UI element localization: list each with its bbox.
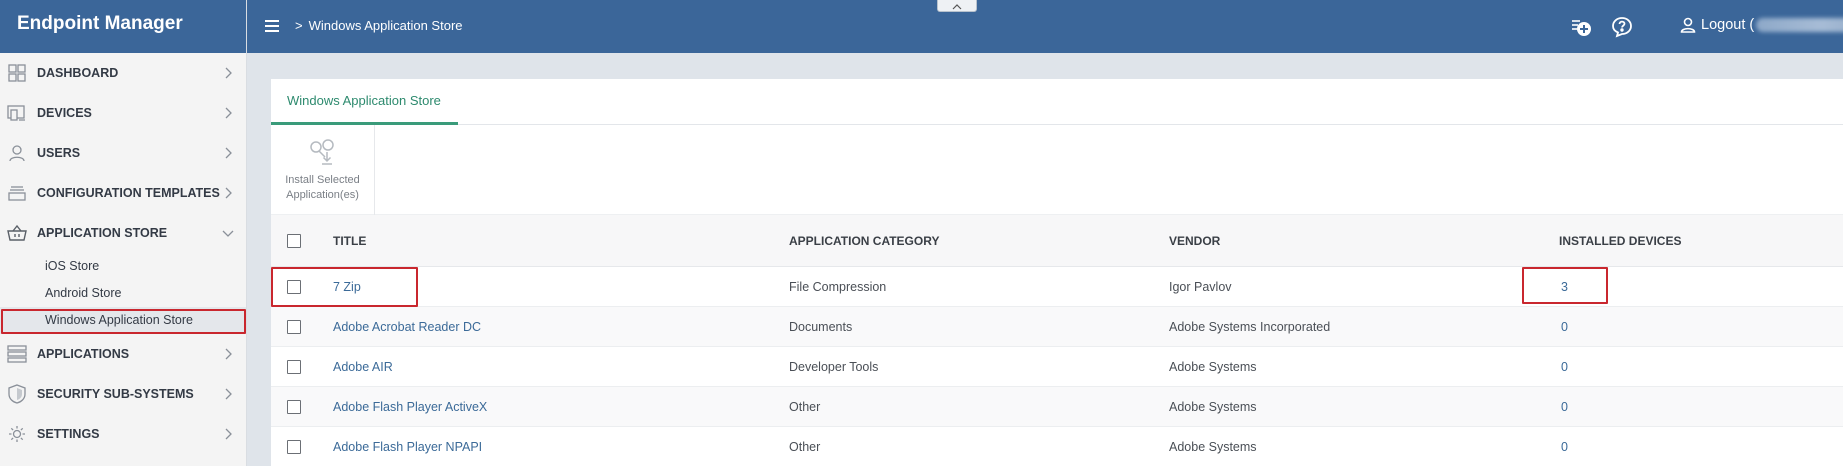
table-header: TITLE APPLICATION CATEGORY VENDOR INSTAL… — [271, 215, 1843, 267]
sidebar-item-applications[interactable]: APPLICATIONS — [0, 334, 246, 374]
breadcrumb-current[interactable]: Windows Application Store — [309, 18, 463, 33]
row-checkbox[interactable] — [287, 359, 301, 374]
toolbar: Install Selected Application(es) — [271, 125, 1843, 215]
basket-icon — [7, 223, 27, 243]
table-row[interactable]: Adobe Acrobat Reader DC Documents Adobe … — [271, 307, 1843, 347]
highlight-box — [1522, 267, 1608, 304]
app-table: TITLE APPLICATION CATEGORY VENDOR INSTAL… — [271, 215, 1843, 466]
app-category: Documents — [789, 319, 853, 334]
hamburger-menu-icon[interactable] — [263, 17, 281, 35]
grid-icon — [7, 63, 27, 83]
chevron-right-icon — [220, 185, 236, 201]
row-checkbox[interactable] — [287, 439, 301, 454]
app-title-link[interactable]: Adobe Flash Player NPAPI — [333, 427, 482, 466]
shield-icon — [7, 384, 27, 404]
breadcrumb: > Windows Application Store — [295, 18, 463, 33]
app-category: Developer Tools — [789, 359, 879, 374]
app-category: Other — [789, 439, 821, 454]
app-vendor: Adobe Systems — [1169, 439, 1257, 454]
app-title: Endpoint Manager — [0, 0, 246, 53]
chevron-right-icon — [220, 105, 236, 121]
chevron-right-icon — [220, 426, 236, 442]
chevron-right-icon — [220, 346, 236, 362]
install-app-icon — [308, 137, 338, 167]
app-category: File Compression — [789, 279, 887, 294]
logout-button[interactable]: Logout ( — [1680, 17, 1843, 33]
chevron-down-icon — [220, 225, 236, 241]
tab-bar: Windows Application Store — [271, 79, 1843, 125]
table-row[interactable]: Adobe Flash Player NPAPI Other Adobe Sys… — [271, 427, 1843, 466]
sidebar-item-configuration-templates[interactable]: CONFIGURATION TEMPLATES — [0, 173, 246, 213]
install-label-line-1: Install Selected — [285, 174, 360, 186]
column-header-installed-devices[interactable]: INSTALLED DEVICES — [1559, 215, 1681, 266]
applications-icon — [7, 344, 27, 364]
select-all-checkbox[interactable] — [287, 233, 301, 248]
app-title-link[interactable]: Adobe AIR — [333, 347, 393, 386]
table-row[interactable]: Adobe AIR Developer Tools Adobe Systems … — [271, 347, 1843, 387]
sidebar-item-settings[interactable]: SETTINGS — [0, 414, 246, 454]
column-header-title[interactable]: TITLE — [333, 215, 366, 266]
sidebar: Endpoint Manager DASHBOARD DEVICES USERS… — [0, 0, 247, 466]
row-checkbox[interactable] — [287, 399, 301, 414]
app-vendor: Adobe Systems — [1169, 399, 1257, 414]
tab-windows-application-store[interactable]: Windows Application Store — [271, 79, 458, 125]
gear-icon — [7, 424, 27, 444]
highlight-box — [271, 267, 418, 307]
chevron-right-icon — [220, 65, 236, 81]
sidebar-item-label: CONFIGURATION TEMPLATES — [37, 186, 220, 200]
app-vendor: Igor Pavlov — [1169, 279, 1232, 294]
highlight-box — [1, 309, 246, 334]
sidebar-subitem-ios-store[interactable]: iOS Store — [0, 253, 246, 280]
sidebar-subitem-android-store[interactable]: Android Store — [0, 280, 246, 307]
row-checkbox[interactable] — [287, 319, 301, 334]
sidebar-item-dashboard[interactable]: DASHBOARD — [0, 53, 246, 93]
sidebar-item-label: APPLICATIONS — [37, 347, 130, 361]
sidebar-item-label: SETTINGS — [37, 427, 100, 441]
sidebar-item-label: USERS — [37, 146, 81, 160]
install-label-line-2: Application(es) — [286, 189, 359, 201]
installed-devices-link[interactable]: 0 — [1561, 347, 1568, 386]
app-vendor: Adobe Systems Incorporated — [1169, 319, 1331, 334]
chevron-right-icon — [220, 386, 236, 402]
top-header: > Windows Application Store Logout ( — [247, 0, 1843, 53]
help-icon[interactable] — [1611, 16, 1633, 38]
app-vendor: Adobe Systems — [1169, 359, 1257, 374]
user-icon — [1680, 17, 1696, 33]
sidebar-item-users[interactable]: USERS — [0, 133, 246, 173]
app-title-link[interactable]: Adobe Flash Player ActiveX — [333, 387, 487, 426]
installed-devices-link[interactable]: 0 — [1561, 387, 1568, 426]
column-header-vendor[interactable]: VENDOR — [1169, 215, 1220, 266]
app-category: Other — [789, 399, 821, 414]
collapse-header-button[interactable] — [937, 0, 977, 12]
breadcrumb-separator: > — [295, 18, 303, 33]
app-title-link[interactable]: Adobe Acrobat Reader DC — [333, 307, 481, 346]
user-icon — [7, 143, 27, 163]
devices-icon — [7, 103, 27, 123]
installed-devices-link[interactable]: 0 — [1561, 307, 1568, 346]
sidebar-item-label: DASHBOARD — [37, 66, 119, 80]
logout-label: Logout ( — [1701, 17, 1755, 33]
redacted-email — [1756, 18, 1843, 32]
sidebar-item-application-store[interactable]: APPLICATION STORE — [0, 213, 246, 253]
chevron-up-icon — [952, 0, 962, 15]
installed-devices-link[interactable]: 0 — [1561, 427, 1568, 466]
sidebar-item-label: DEVICES — [37, 106, 92, 120]
chevron-right-icon — [220, 145, 236, 161]
column-header-category[interactable]: APPLICATION CATEGORY — [789, 215, 939, 266]
table-row[interactable]: Adobe Flash Player ActiveX Other Adobe S… — [271, 387, 1843, 427]
sidebar-item-label: SECURITY SUB-SYSTEMS — [37, 387, 194, 401]
sidebar-item-label: APPLICATION STORE — [37, 226, 168, 240]
sidebar-item-devices[interactable]: DEVICES — [0, 93, 246, 133]
layers-icon — [7, 183, 27, 203]
add-widget-icon[interactable] — [1570, 16, 1592, 38]
sidebar-item-security-sub-systems[interactable]: SECURITY SUB-SYSTEMS — [0, 374, 246, 414]
install-selected-button[interactable]: Install Selected Application(es) — [271, 125, 375, 215]
